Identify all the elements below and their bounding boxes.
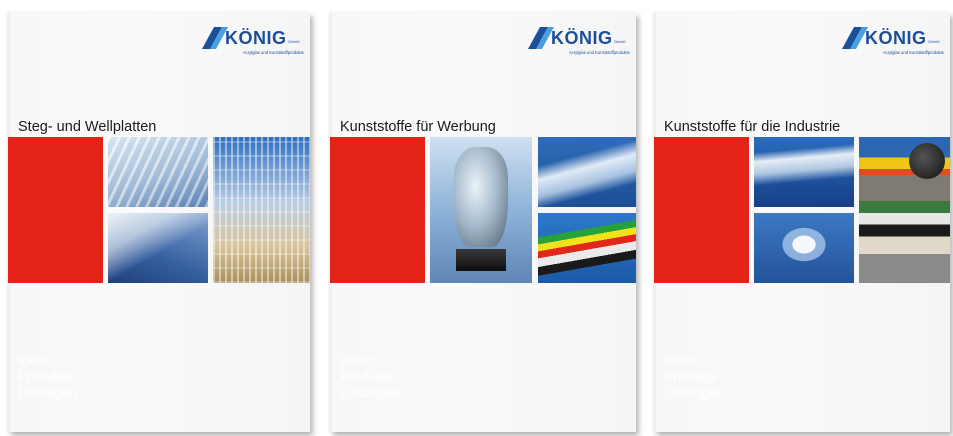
red-slogan-panel: Ideen Produkte Lösungen [330,137,425,400]
multiwall-sheet-photo [108,213,208,283]
sculpture-base [456,249,506,271]
koenig-logo: KÖNIG GmbH Acrylglas und Kunststoffprodu… [200,25,304,59]
black-rod [909,143,945,179]
cover-title: Kunststoffe für Werbung [340,119,496,135]
colored-acrylic-sheets-photo [538,213,636,283]
cover-title: Steg- und Wellplatten [18,119,157,135]
slogan: Ideen Produkte Lösungen [18,353,77,401]
logo-brand-name: KÖNIG [865,28,927,48]
acrylic-torso-sculpture-photo [430,137,532,283]
industrial-plastics-stack-photo [859,137,950,283]
slogan-line-ideen: Ideen [340,353,374,368]
brochure-cover-industrie[interactable]: KÖNIG GmbH Acrylglas und Kunststoffprodu… [654,12,950,432]
cover-title: Kunststoffe für die Industrie [664,119,841,135]
slogan-line-produkte: Produkte [664,369,719,384]
koenig-logo: KÖNIG GmbH Acrylglas und Kunststoffprodu… [840,25,944,59]
red-slogan-panel: Ideen Produkte Lösungen [654,137,749,400]
multiwall-stack-photo [213,137,310,283]
slogan-line-produkte: Produkte [340,369,395,384]
brochure-cover-steg-wellplatten[interactable]: KÖNIG GmbH Acrylglas und Kunststoffprodu… [8,12,310,432]
slogan-line-loesungen: Lösungen [18,385,78,400]
logo-gmbh: GmbH [288,39,300,44]
brochure-cover-werbung[interactable]: KÖNIG GmbH Acrylglas und Kunststoffprodu… [330,12,636,432]
logo-tagline: Acrylglas und Kunststoffprodukte [882,50,944,55]
slogan: Ideen Produkte Lösungen [664,353,723,401]
logo-tagline: Acrylglas und Kunststoffprodukte [242,50,304,55]
clear-sheets-photo [754,137,854,207]
torso-shape [454,147,508,247]
slogan-line-produkte: Produkte [18,369,73,384]
clear-acrylic-sheets-photo [538,137,636,207]
slogan: Ideen Produkte Lösungen [340,353,399,401]
slogan-line-ideen: Ideen [664,353,698,368]
red-slogan-panel: Ideen Produkte Lösungen [8,137,103,400]
slogan-line-loesungen: Lösungen [340,385,400,400]
corrugated-sheets-photo [108,137,208,207]
logo-gmbh: GmbH [928,39,940,44]
machined-acrylic-parts-photo [754,213,854,283]
koenig-logo: KÖNIG GmbH Acrylglas und Kunststoffprodu… [526,25,630,59]
logo-tagline: Acrylglas und Kunststoffprodukte [568,50,630,55]
slogan-line-ideen: Ideen [18,353,52,368]
slogan-line-loesungen: Lösungen [664,385,724,400]
logo-gmbh: GmbH [614,39,626,44]
logo-brand-name: KÖNIG [225,28,287,48]
logo-brand-name: KÖNIG [551,28,613,48]
